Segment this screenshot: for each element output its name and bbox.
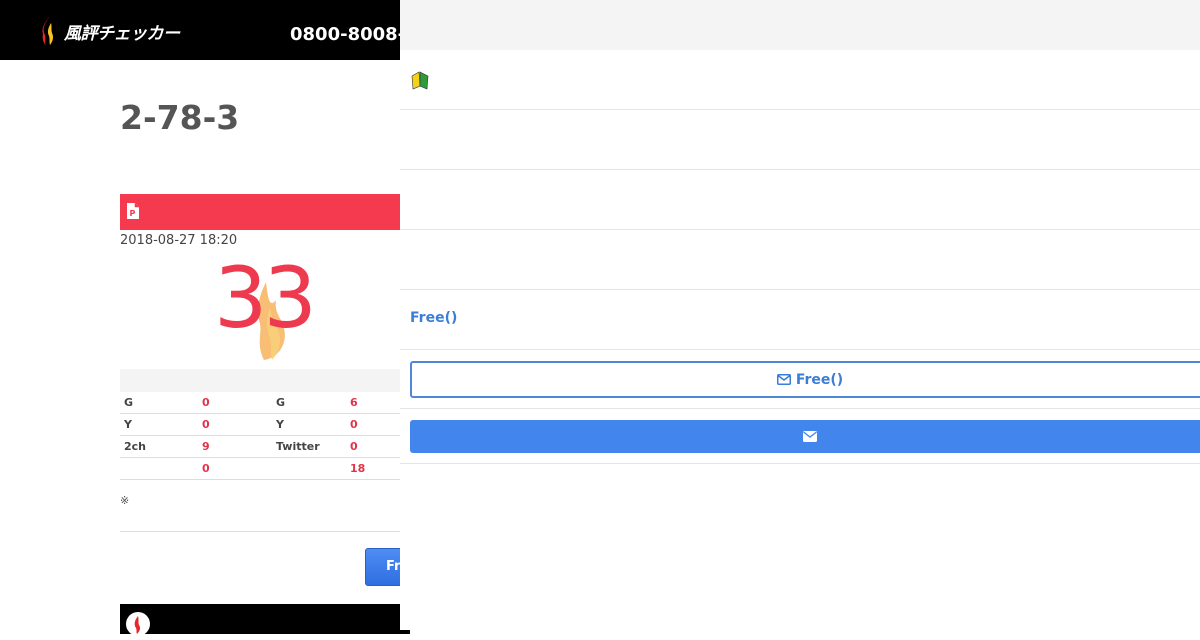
report-header-bar: P	[120, 194, 420, 230]
stat-label	[272, 457, 346, 480]
flame-logo-icon	[42, 16, 54, 46]
free-inquiry-label: Free()	[795, 371, 844, 388]
stat-label: Y	[120, 413, 198, 436]
stat-value: 9	[198, 435, 272, 458]
free-inquiry-button[interactable]: Free()	[410, 361, 1200, 398]
stat-value: 0	[198, 457, 272, 480]
page-title: 2-78-3	[120, 98, 240, 137]
score-value: 33	[214, 249, 317, 347]
table-row: Y 0 Y 0	[120, 413, 410, 436]
stat-label: G	[120, 392, 198, 414]
stat-label: G	[272, 392, 346, 414]
table-row: G 0 G 6	[120, 392, 410, 414]
divider	[120, 531, 410, 532]
stats-table-header	[120, 369, 410, 392]
menu-item-free[interactable]	[400, 290, 1200, 350]
panel-top-bar	[400, 0, 1200, 50]
menu-item[interactable]	[400, 170, 1200, 230]
stat-label	[120, 457, 198, 480]
envelope-icon	[803, 431, 817, 442]
menu-item-beginner[interactable]	[400, 50, 1200, 110]
report-date: 2018-08-27 18:20	[120, 233, 238, 248]
menu-item[interactable]	[400, 110, 1200, 170]
svg-text:P: P	[130, 209, 136, 218]
stat-value: 0	[198, 413, 272, 436]
menu-item[interactable]	[400, 230, 1200, 290]
footnote: ※	[120, 494, 130, 507]
slide-menu-panel: Free() Free()	[400, 0, 1200, 630]
mail-contact-button[interactable]	[410, 420, 1200, 453]
stat-label: Twitter	[272, 435, 346, 458]
phone-number[interactable]: 0800-8008-	[290, 24, 405, 45]
envelope-icon	[776, 374, 791, 385]
stat-label: Y	[272, 413, 346, 436]
stat-value: 0	[198, 392, 272, 414]
logo-text: 風評チェッカー	[64, 23, 180, 44]
risk-score: 33	[200, 249, 340, 368]
beginner-mark-icon	[411, 71, 429, 90]
stats-table: G 0 G 6 Y 0 Y 0 2ch 9 Twitter 0 0 18	[120, 392, 410, 480]
stat-label: 2ch	[120, 435, 198, 458]
site-logo[interactable]: 風評チェッカー	[40, 14, 180, 48]
free-link[interactable]: Free()	[410, 310, 457, 326]
footer-logo-icon	[126, 612, 150, 636]
table-row: 0 18	[120, 457, 410, 480]
table-row: 2ch 9 Twitter 0	[120, 435, 410, 458]
pdf-file-icon[interactable]: P	[126, 202, 140, 220]
